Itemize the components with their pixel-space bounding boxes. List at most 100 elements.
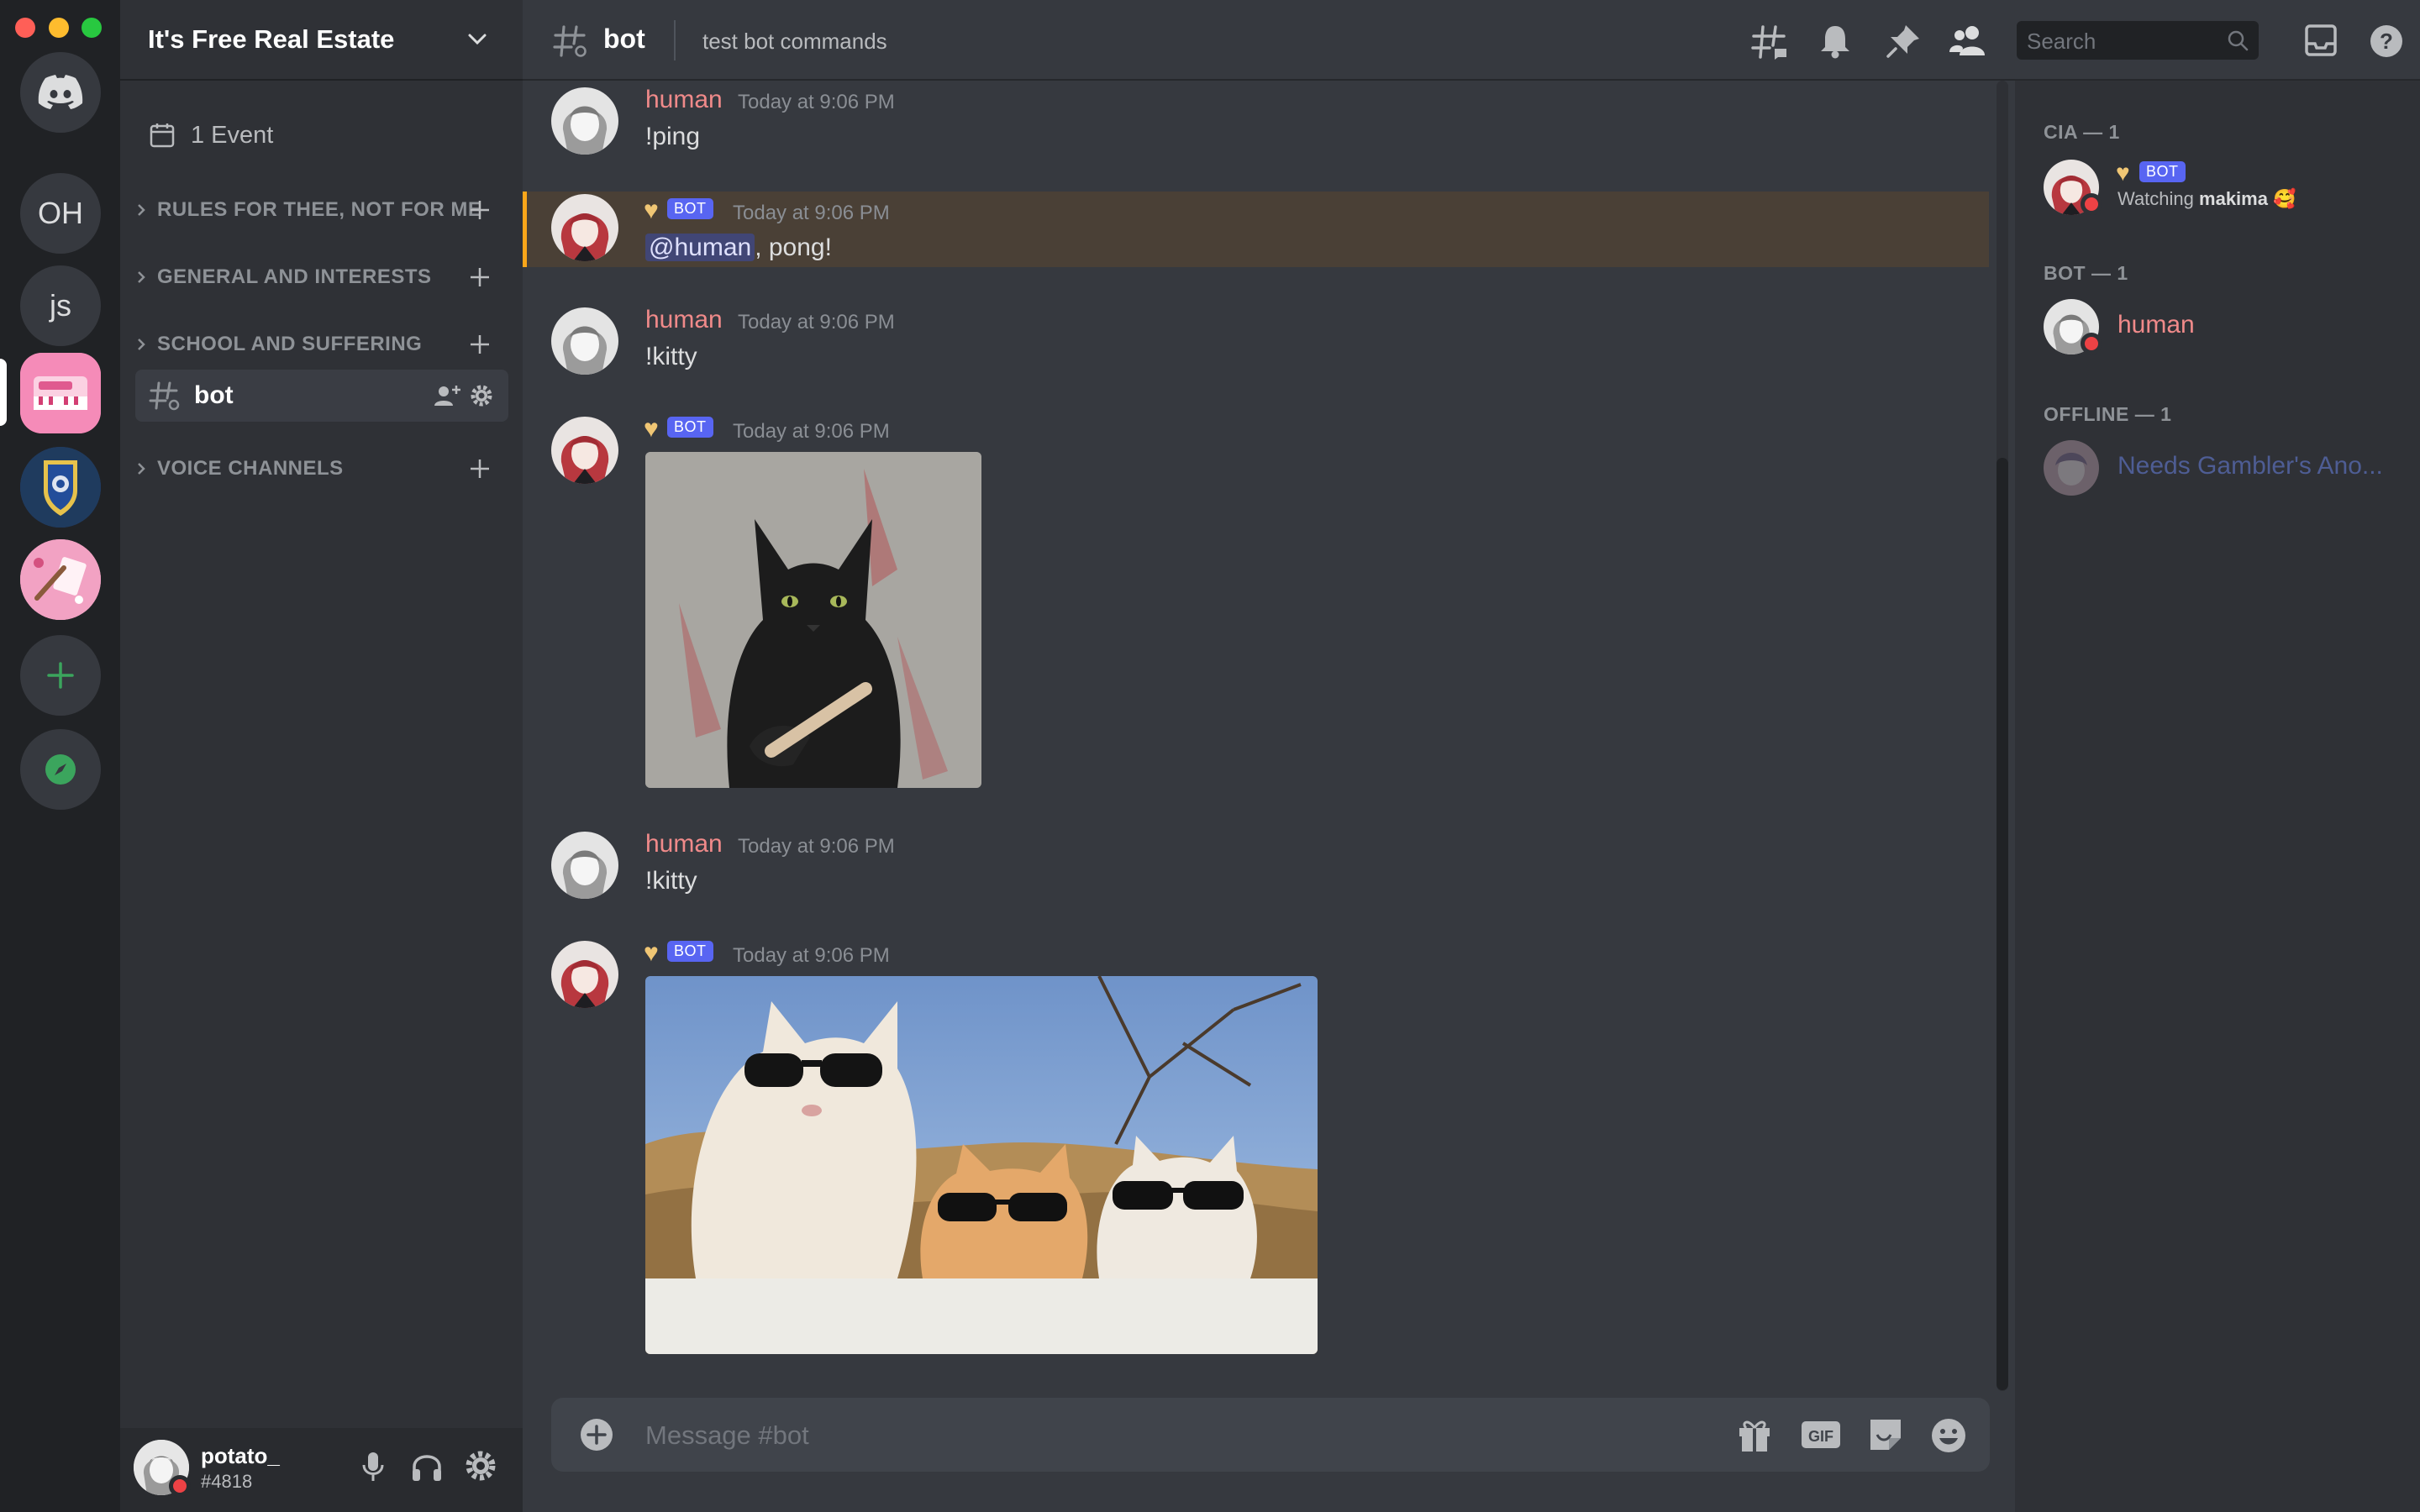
message-author[interactable]: human <box>645 306 723 334</box>
upload-plus-icon[interactable] <box>580 1418 613 1452</box>
category-label: VOICE CHANNELS <box>157 457 344 480</box>
server-oh[interactable]: OH <box>20 173 101 254</box>
message-author[interactable]: human <box>645 830 723 858</box>
member-activity: Watching makima 🥰 <box>2118 188 2296 210</box>
create-channel-icon[interactable] <box>468 198 492 222</box>
scrollbar-thumb[interactable] <box>1996 458 2008 1390</box>
channel-item-bot[interactable]: bot <box>135 370 508 422</box>
threads-hash-icon <box>553 25 587 57</box>
message-composer[interactable]: Message #bot GIF <box>551 1398 1990 1472</box>
message: ♥ BOT Today at 9:06 PM <box>523 934 1989 1371</box>
activity-name: makima <box>2199 188 2268 209</box>
member-name[interactable]: human <box>2118 311 2195 339</box>
message-timestamp: Today at 9:06 PM <box>738 91 895 113</box>
window-minimize-button[interactable] <box>49 18 69 38</box>
member-group-header: CIA — 1 <box>2044 121 2120 143</box>
bot-badge: BOT <box>667 417 713 438</box>
image-attachment[interactable] <box>645 976 1318 1354</box>
headphones-icon[interactable] <box>411 1450 443 1483</box>
category-voice[interactable]: VOICE CHANNELS <box>129 452 507 486</box>
makima-avatar-icon <box>551 417 618 484</box>
message-content: !kitty <box>645 867 697 895</box>
create-channel-icon[interactable] <box>468 457 492 480</box>
avatar[interactable] <box>551 417 618 484</box>
server-rail: OH js <box>0 0 120 1512</box>
crest-server-icon <box>20 447 101 528</box>
create-channel-icon[interactable] <box>468 265 492 289</box>
avatar[interactable] <box>551 87 618 155</box>
create-channel-icon[interactable] <box>468 333 492 356</box>
avatar[interactable] <box>551 941 618 1008</box>
image-attachment[interactable] <box>645 452 981 788</box>
chevron-right-icon <box>138 271 145 283</box>
human-avatar-icon <box>551 307 618 375</box>
server-crest[interactable] <box>20 447 101 528</box>
message-timestamp: Today at 9:06 PM <box>733 944 890 967</box>
category-general[interactable]: GENERAL AND INTERESTS <box>129 260 507 294</box>
sunglasses-cats-image <box>645 976 1318 1354</box>
microphone-icon[interactable] <box>360 1450 386 1483</box>
explore-servers-button[interactable] <box>20 729 101 810</box>
svg-text:?: ? <box>2380 29 2393 54</box>
user-mention[interactable]: @human <box>645 234 755 261</box>
message-list: human Today at 9:06 PM !ping ♥ BOT Today… <box>523 81 1998 1391</box>
add-server-button[interactable] <box>20 635 101 716</box>
bot-heart-icon: ♥ <box>2116 160 2130 186</box>
pin-icon[interactable] <box>1886 24 1921 59</box>
message-content: @human, pong! <box>645 234 832 262</box>
search-placeholder: Search <box>2027 29 2096 54</box>
help-icon[interactable]: ? <box>2369 24 2404 59</box>
threads-icon[interactable] <box>1751 24 1788 60</box>
sticker-icon[interactable] <box>1867 1416 1904 1453</box>
guild-header[interactable]: It's Free Real Estate <box>120 0 523 81</box>
threads-hash-icon <box>149 381 180 411</box>
message: ♥ BOT Today at 9:06 PM <box>523 410 1989 788</box>
window-zoom-button[interactable] <box>82 18 102 38</box>
compass-icon <box>45 754 76 785</box>
channel-title: bot <box>603 24 645 54</box>
member-list-icon[interactable] <box>1949 24 1988 57</box>
member-name[interactable]: Needs Gambler's Ano... <box>2118 452 2383 480</box>
search-input[interactable]: Search <box>2017 21 2259 60</box>
chevron-right-icon <box>138 339 145 350</box>
message-timestamp: Today at 9:06 PM <box>733 420 890 443</box>
channel-topic[interactable]: test bot commands <box>702 29 887 55</box>
server-oh-label: OH <box>38 196 83 230</box>
inbox-icon[interactable] <box>2304 24 2338 57</box>
message: human Today at 9:06 PM !kitty <box>523 301 1989 385</box>
bell-icon[interactable] <box>1818 24 1852 59</box>
server-js-label: js <box>50 288 71 323</box>
gear-icon[interactable] <box>470 384 493 407</box>
window-close-button[interactable] <box>15 18 35 38</box>
channel-sidebar: It's Free Real Estate 1 Event RULES FOR … <box>120 0 523 1512</box>
human-avatar-icon <box>551 87 618 155</box>
message: human Today at 9:06 PM !kitty <box>523 825 1989 909</box>
events-label: 1 Event <box>191 121 274 149</box>
gear-icon[interactable] <box>465 1450 497 1482</box>
create-invite-icon[interactable] <box>434 384 461 407</box>
events-row[interactable]: 1 Event <box>149 116 273 155</box>
member-group-header: OFFLINE — 1 <box>2044 403 2172 425</box>
avatar[interactable] <box>551 307 618 375</box>
server-its-free-real-estate[interactable] <box>20 353 101 433</box>
avatar[interactable] <box>551 832 618 899</box>
channel-header: bot test bot commands Search ? <box>523 0 2420 81</box>
category-label: RULES FOR THEE, NOT FOR ME <box>157 198 482 221</box>
avatar[interactable] <box>2044 440 2099 496</box>
message-author[interactable]: human <box>645 86 723 114</box>
server-pink-art[interactable] <box>20 539 101 620</box>
category-rules[interactable]: RULES FOR THEE, NOT FOR ME <box>129 193 507 227</box>
server-js[interactable]: js <box>20 265 101 346</box>
member-group-header: BOT — 1 <box>2044 262 2128 284</box>
emoji-icon[interactable] <box>1929 1416 1968 1455</box>
message: human Today at 9:06 PM !ping <box>523 81 1989 190</box>
category-school[interactable]: SCHOOL AND SUFFERING <box>129 328 507 361</box>
gift-icon[interactable] <box>1736 1416 1773 1453</box>
avatar[interactable] <box>551 194 618 261</box>
home-button[interactable] <box>20 52 101 133</box>
human-avatar-icon <box>551 832 618 899</box>
bot-badge: BOT <box>2139 161 2186 182</box>
makima-avatar-icon <box>551 941 618 1008</box>
gif-icon[interactable]: GIF <box>1800 1416 1842 1453</box>
discord-logo-icon <box>38 75 83 109</box>
